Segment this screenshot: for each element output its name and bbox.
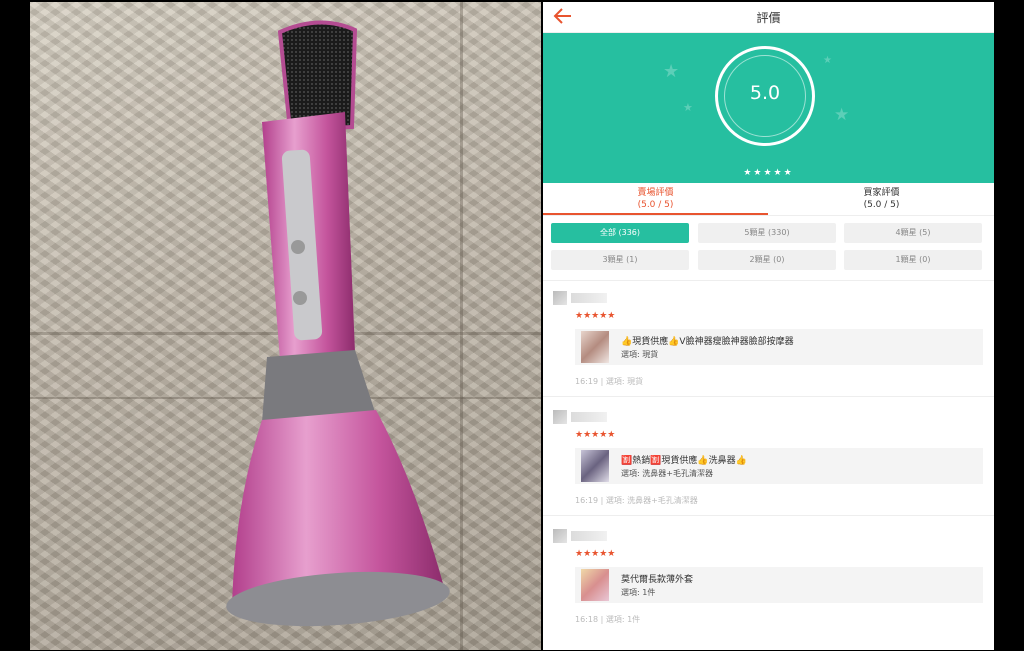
- summary-stars: ★★★★★: [743, 168, 794, 178]
- filter-4-stars[interactable]: 4顆星 (5): [844, 223, 982, 243]
- meta-separator: |: [600, 377, 604, 386]
- tab-store-reviews[interactable]: 賣場評價 (5.0 / 5): [543, 187, 768, 211]
- review-meta: 16:19 | 選項: 洗鼻器+毛孔清潔器: [575, 495, 698, 506]
- username-blurred: [571, 412, 607, 422]
- reviewed-product[interactable]: 🈹熱銷🈹現貨供應👍洗鼻器👍 選項: 洗鼻器+毛孔清潔器: [575, 448, 983, 484]
- star-icon: ★: [823, 55, 832, 66]
- star-icon: ★: [834, 105, 850, 125]
- product-option: 選項: 現貨: [621, 350, 659, 359]
- meta-separator: |: [600, 496, 604, 505]
- meta-separator: |: [600, 615, 604, 624]
- avatar: [553, 529, 567, 543]
- divider: [543, 280, 994, 281]
- avatar: [553, 410, 567, 424]
- product-option: 選項: 洗鼻器+毛孔清潔器: [621, 469, 713, 478]
- filter-1-star[interactable]: 1顆星 (0): [844, 250, 982, 270]
- divider: [543, 515, 994, 516]
- product-name: 🈹熱銷🈹現貨供應👍洗鼻器👍: [621, 456, 747, 466]
- tab-score: (5.0 / 5): [637, 200, 674, 210]
- average-score: 5.0: [749, 82, 781, 104]
- username-blurred: [571, 293, 607, 303]
- filter-5-stars[interactable]: 5顆星 (330): [698, 223, 836, 243]
- review-tabs: 賣場評價 (5.0 / 5) 買家評價 (5.0 / 5): [543, 183, 994, 216]
- review-meta: 16:18 | 選項: 1件: [575, 614, 640, 625]
- username-blurred: [571, 531, 607, 541]
- filter-2-stars[interactable]: 2顆星 (0): [698, 250, 836, 270]
- avatar: [553, 291, 567, 305]
- product-name: 莫代爾長款薄外套: [621, 575, 694, 585]
- header-bar: 評價: [543, 2, 994, 33]
- divider: [543, 396, 994, 397]
- score-ring: 5.0: [715, 46, 815, 146]
- product-thumbnail: [581, 331, 609, 363]
- tab-label: 賣場評價: [637, 188, 674, 198]
- reviewed-product[interactable]: 莫代爾長款薄外套 選項: 1件: [575, 567, 983, 603]
- product-thumbnail: [581, 450, 609, 482]
- rating-summary: ★ ★ ★ ★ 5.0 ★★★★★: [543, 33, 994, 183]
- page-title: 評價: [756, 11, 781, 25]
- product-name: 👍現貨供應👍V臉神器瘦臉神器臉部按摩器: [621, 337, 794, 347]
- review-option: 選項: 現貨: [605, 377, 644, 386]
- product-thumbnail: [581, 569, 609, 601]
- product-photo: [30, 2, 541, 650]
- review-meta: 16:19 | 選項: 現貨: [575, 376, 643, 387]
- tab-score: (5.0 / 5): [863, 200, 900, 210]
- filter-3-stars[interactable]: 3顆星 (1): [551, 250, 689, 270]
- review-time: 16:19: [575, 377, 599, 386]
- star-icon: ★: [683, 101, 693, 114]
- review-option: 選項: 1件: [605, 615, 641, 624]
- star-icon: ★: [663, 61, 680, 82]
- microphone-image: [226, 20, 450, 627]
- review-option: 選項: 洗鼻器+毛孔清潔器: [605, 496, 698, 505]
- review-stars: ★★★★★: [575, 311, 616, 321]
- review-stars: ★★★★★: [575, 430, 616, 440]
- filter-all[interactable]: 全部 (336): [551, 223, 689, 243]
- tab-label: 買家評價: [863, 188, 900, 198]
- reviews-screen: 評價 ★ ★ ★ ★ 5.0 ★★★★★ 賣場評價 (5.0 / 5) 買家評價…: [543, 2, 994, 650]
- review-stars: ★★★★★: [575, 549, 616, 559]
- tab-buyer-reviews[interactable]: 買家評價 (5.0 / 5): [769, 187, 994, 211]
- active-tab-indicator: [543, 213, 768, 215]
- reviewed-product[interactable]: 👍現貨供應👍V臉神器瘦臉神器臉部按摩器 選項: 現貨: [575, 329, 983, 365]
- review-time: 16:18: [575, 615, 599, 624]
- review-time: 16:19: [575, 496, 599, 505]
- product-option: 選項: 1件: [621, 588, 656, 597]
